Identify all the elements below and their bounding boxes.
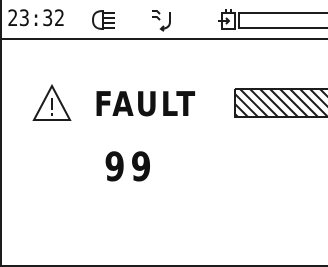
fault-label: FAULT bbox=[94, 85, 198, 125]
plug-charging-icon bbox=[217, 9, 237, 31]
fault-code: 99 bbox=[104, 145, 157, 191]
clock-time: 23:32 bbox=[7, 7, 66, 32]
battery-level-bar bbox=[238, 12, 328, 29]
warning-triangle-icon bbox=[32, 83, 72, 126]
headlight-low-beam-icon bbox=[87, 10, 117, 30]
battery-level-fill bbox=[242, 16, 328, 25]
status-bar: 23:32 bbox=[2, 0, 328, 40]
lcd-screen: 23:32 FAULT 99 bbox=[0, 0, 328, 267]
wiper-icon bbox=[150, 8, 174, 32]
hatched-bar-icon bbox=[234, 88, 328, 122]
